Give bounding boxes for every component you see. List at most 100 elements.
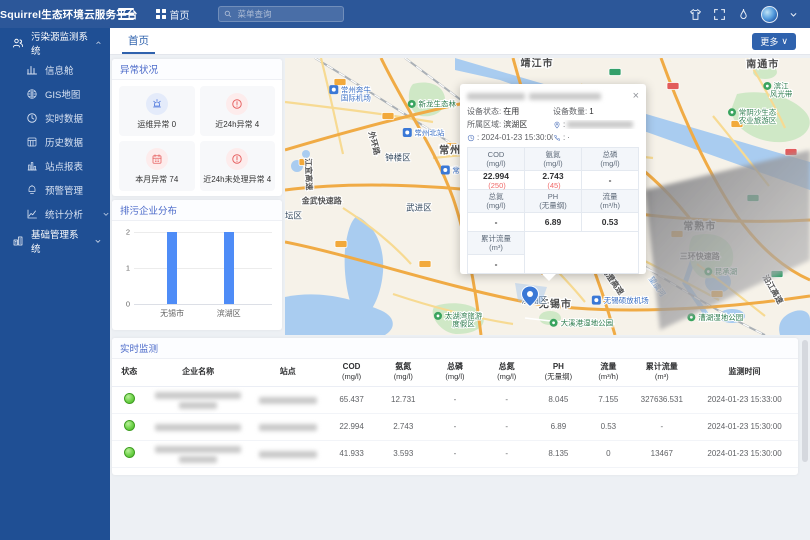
column-header-总磷: 总磷(mg/l) xyxy=(429,359,481,386)
menu-search[interactable] xyxy=(218,6,344,22)
metric-value: - xyxy=(468,213,525,232)
popup-info-row: : 2024-01-23 15:30:00: · xyxy=(467,131,639,144)
close-icon[interactable]: × xyxy=(633,91,639,102)
popup-info-cell: : 2024-01-23 15:30:00 xyxy=(467,133,553,142)
column-header-累计流量: 累计流量(m³) xyxy=(632,359,691,386)
station-cell xyxy=(250,386,326,413)
top-bar: Squirrel生态环境云服务平台 首页 xyxy=(0,0,810,28)
status-ok-dot xyxy=(124,420,135,431)
station-cell xyxy=(250,440,326,467)
gridline xyxy=(134,268,272,269)
x-tick-label: 滨湖区 xyxy=(217,308,241,319)
gridline xyxy=(134,304,272,305)
sidebar-item-label: GIS地图 xyxy=(45,87,80,101)
sidebar-item-GIS地图[interactable]: GIS地图 xyxy=(0,82,110,106)
tab-home[interactable]: 首页 xyxy=(122,28,155,54)
sidebar-item-信息舱[interactable]: 信息舱 xyxy=(0,58,110,82)
value-cell: 2024-01-23 15:30:00 xyxy=(691,440,798,467)
value-cell: 0 xyxy=(584,440,632,467)
sidebar-item-站点报表[interactable]: 站点报表 xyxy=(0,154,110,178)
sidebar-item-label: 统计分析 xyxy=(45,207,83,221)
abnormal-card-label: 本月异常 74 xyxy=(135,174,178,185)
status-cell xyxy=(112,386,146,413)
sidebar-item-label: 实时数据 xyxy=(45,111,83,125)
tab-bar: 首页 更多∨ xyxy=(110,28,810,55)
metric-label: 累计流量(m³) xyxy=(468,232,525,255)
clock-alert-icon xyxy=(226,93,248,115)
y-tick-label: 1 xyxy=(126,264,130,273)
caret-down-icon xyxy=(102,210,110,218)
sidebar-section-1[interactable]: 基础管理系统 xyxy=(0,226,110,256)
map-label: 江宜高速 xyxy=(303,158,314,190)
abnormal-card-0[interactable]: 运维异常 0 xyxy=(119,86,195,136)
column-header-PH: PH(无量纲) xyxy=(533,359,585,386)
abnormal-card-2[interactable]: 本月异常 74 xyxy=(119,141,195,191)
fullscreen-icon[interactable] xyxy=(713,8,726,21)
column-header-COD: COD(mg/l) xyxy=(326,359,378,386)
metric-blank xyxy=(525,232,639,274)
popup-info-cell: 设备数量: 1 xyxy=(553,106,639,117)
abnormal-card-1[interactable]: 近24h异常 4 xyxy=(200,86,276,136)
map-canvas[interactable]: 靖江市南通市张家港市常熟市常州市钟楼区武进区无锡市金坛区滨湖区新龙生态林黄泗浦生… xyxy=(285,58,810,335)
sidebar-item-统计分析[interactable]: 统计分析 xyxy=(0,202,110,226)
column-header-站点: 站点 xyxy=(250,359,326,386)
value-cell: 12.731 xyxy=(377,386,429,413)
column-header-企业名称: 企业名称 xyxy=(146,359,249,386)
status-ok-dot xyxy=(124,447,135,458)
value-cell: - xyxy=(429,440,481,467)
search-input[interactable] xyxy=(236,8,338,20)
system-icon xyxy=(12,235,24,247)
table-row[interactable]: 41.9333.593--8.1350134672024-01-23 15:30… xyxy=(112,440,798,467)
value-cell: 8.135 xyxy=(533,440,585,467)
window-scrollbar[interactable] xyxy=(802,340,808,462)
theme-icon[interactable] xyxy=(689,8,702,21)
status-cell xyxy=(112,413,146,440)
sidebar-section-0[interactable]: 污染源监测系统 xyxy=(0,28,110,58)
bar-滨湖区[interactable] xyxy=(224,232,234,304)
map-label: 南通市 xyxy=(746,58,779,71)
value-cell: 13467 xyxy=(632,440,691,467)
sidebar-item-预警管理[interactable]: 预警管理 xyxy=(0,178,110,202)
value-cell: 6.89 xyxy=(533,413,585,440)
menu-toggle-icon[interactable] xyxy=(118,8,134,20)
table-row[interactable]: 65.43712.731--8.0457.155327636.5312024-0… xyxy=(112,386,798,413)
chevron-down-icon[interactable] xyxy=(789,10,798,19)
gis-icon xyxy=(26,88,38,100)
sidebar-item-历史数据[interactable]: 历史数据 xyxy=(0,130,110,154)
abnormal-card-3[interactable]: 近24h未处理异常 4 xyxy=(200,141,276,191)
metric-label: PH(无量纲) xyxy=(525,190,582,213)
avatar[interactable] xyxy=(761,6,778,23)
y-tick-label: 0 xyxy=(126,300,130,309)
abnormal-panel-title: 异常状况 xyxy=(112,59,282,80)
popup-company-redacted xyxy=(467,93,525,100)
value-cell: 327636.531 xyxy=(632,386,691,413)
metric-value: 22.994(250) xyxy=(468,171,525,190)
more-button[interactable]: 更多∨ xyxy=(752,33,796,50)
metric-value: 2.743(45) xyxy=(525,171,582,190)
phone-icon xyxy=(553,134,561,142)
metric-value: 6.89 xyxy=(525,213,582,232)
chart-title: 排污企业分布 xyxy=(112,200,282,221)
flame-icon[interactable] xyxy=(737,8,750,21)
abnormal-card-label: 近24h未处理异常 4 xyxy=(203,174,271,185)
popup-field-value: · xyxy=(567,133,570,142)
value-cell: - xyxy=(481,386,533,413)
bar-无锡市[interactable] xyxy=(167,232,177,304)
popup-field-value: 在用 xyxy=(503,106,519,117)
breadcrumb[interactable]: 首页 xyxy=(156,7,190,22)
value-cell: 2024-01-23 15:33:00 xyxy=(691,386,798,413)
value-cell: - xyxy=(429,413,481,440)
siren-icon xyxy=(146,93,168,115)
exclamation-icon xyxy=(226,148,248,170)
metric-value: 0.53 xyxy=(582,213,639,232)
table-row[interactable]: 22.9942.743--6.890.53-2024-01-23 15:30:0… xyxy=(112,413,798,440)
abnormal-card-label: 运维异常 0 xyxy=(137,119,176,130)
popup-field-label: 设备数量: xyxy=(553,106,587,117)
realtime-panel: 实时监测 状态企业名称站点COD(mg/l)氨氮(mg/l)总磷(mg/l)总氮… xyxy=(112,338,798,475)
metric-label: 流量(m³/h) xyxy=(582,190,639,213)
gridline xyxy=(134,232,272,233)
sidebar-item-实时数据[interactable]: 实时数据 xyxy=(0,106,110,130)
stats-icon xyxy=(26,208,38,220)
map-label: 常州北站 xyxy=(414,128,444,138)
map-label: 新龙生态林 xyxy=(419,98,457,108)
